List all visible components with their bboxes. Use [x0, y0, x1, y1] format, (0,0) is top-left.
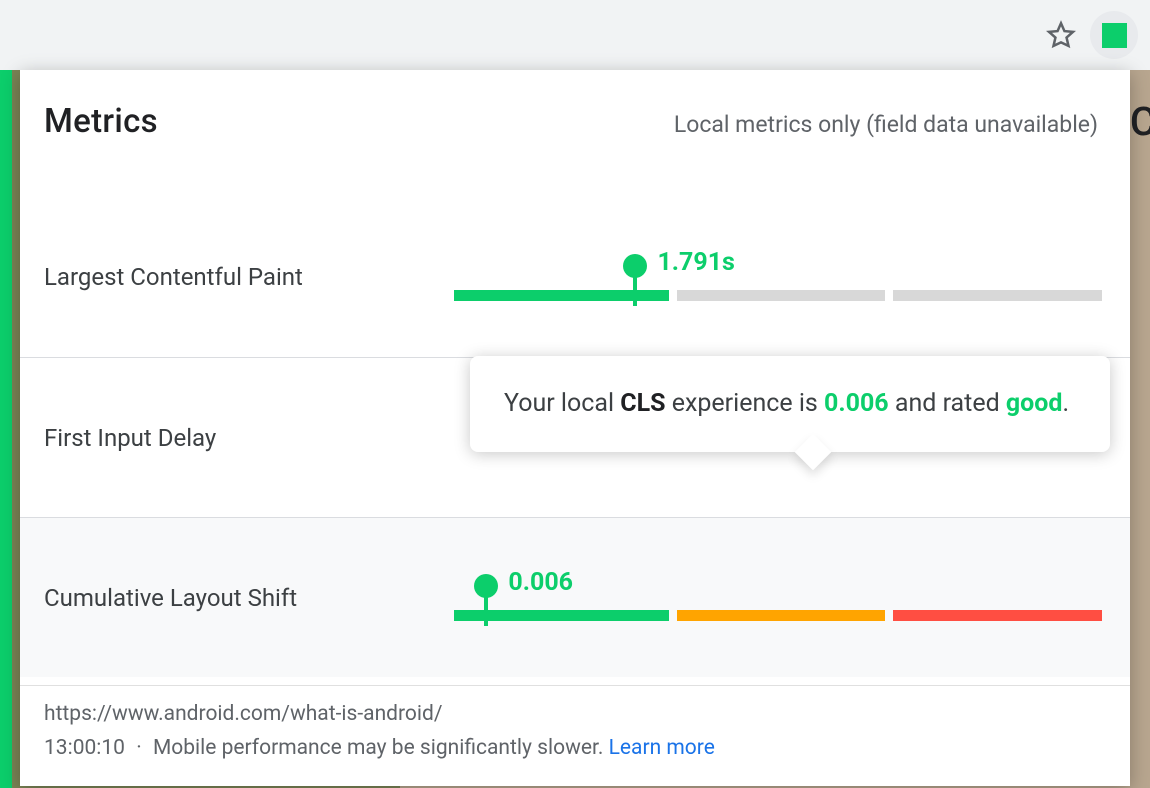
tooltip-rating: good [1006, 389, 1063, 418]
bookmark-star-icon[interactable] [1046, 20, 1076, 50]
separator-dot-icon: · [130, 736, 148, 760]
tooltip-value: 0.006 [824, 389, 889, 418]
marker-stem-icon [484, 596, 488, 626]
marker-dot-icon [474, 574, 498, 598]
metric-value-cls: 0.006 [508, 568, 573, 597]
marker-dot-icon [623, 254, 647, 278]
metric-track-cls [454, 610, 1102, 621]
footer-url: https://www.android.com/what-is-android/ [44, 702, 1106, 726]
background-page-letter: C [1130, 98, 1150, 145]
footer-info-line: 13:00:10 · Mobile performance may be sig… [44, 736, 1106, 760]
extension-status-icon [1102, 23, 1127, 48]
panel-footer: https://www.android.com/what-is-android/… [20, 685, 1130, 760]
learn-more-link[interactable]: Learn more [609, 736, 715, 760]
tooltip-text: . [1062, 389, 1069, 418]
tooltip-metric-abbrev: CLS [620, 389, 665, 418]
cls-tooltip: Your local CLS experience is 0.006 and r… [470, 356, 1110, 452]
metric-row-lcp: Largest Contentful Paint 1.791s [20, 197, 1130, 357]
browser-toolbar [0, 0, 1150, 70]
tooltip-text: Your local [504, 389, 620, 418]
tooltip-text: experience is [666, 389, 825, 418]
metric-value-lcp: 1.791s [657, 248, 734, 277]
footer-note: Mobile performance may be significantly … [153, 736, 603, 760]
panel-title: Metrics [44, 102, 158, 141]
segment-needs-improvement [677, 290, 886, 301]
metric-label-lcp: Largest Contentful Paint [44, 263, 454, 291]
panel-subtitle: Local metrics only (field data unavailab… [674, 111, 1098, 138]
metric-label-cls: Cumulative Layout Shift [44, 584, 454, 612]
segment-poor [893, 610, 1102, 621]
segment-needs-improvement [677, 610, 886, 621]
metric-track-lcp [454, 290, 1102, 301]
metric-bar-cls: 0.006 [454, 574, 1102, 621]
footer-timestamp: 13:00:10 [44, 736, 125, 760]
metric-marker-lcp: 1.791s [623, 254, 647, 306]
web-vitals-extension-button[interactable] [1090, 11, 1138, 59]
marker-stem-icon [633, 276, 637, 306]
metric-label-fid: First Input Delay [44, 424, 454, 452]
metric-bar-lcp: 1.791s [454, 254, 1102, 301]
segment-poor [893, 290, 1102, 301]
metric-row-cls: Cumulative Layout Shift 0.006 [20, 517, 1130, 677]
tooltip-text: and rated [889, 389, 1006, 418]
web-vitals-panel: Metrics Local metrics only (field data u… [20, 70, 1130, 786]
metric-marker-cls: 0.006 [474, 574, 498, 626]
